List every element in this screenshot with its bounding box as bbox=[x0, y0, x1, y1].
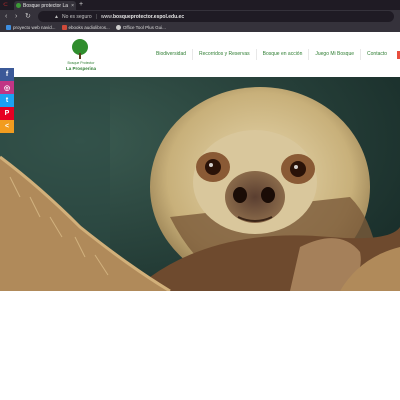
bookmark-item[interactable]: Office Tool Plus Gui... bbox=[115, 25, 166, 30]
security-label: No es seguro bbox=[61, 13, 92, 20]
reload-icon[interactable]: ↻ bbox=[25, 12, 31, 21]
main-nav: Biodiversidad Recorridos y Reservas Bosq… bbox=[150, 32, 393, 77]
browser-address-bar: ‹ › ↻ ▲ No es seguro | www. bosqueprotect… bbox=[0, 10, 400, 23]
browser-tab-bar: ⊂ Bosque protector La Prosperina × + bbox=[0, 0, 400, 10]
bookmarks-bar: proyecto web navid... ebooks audiolibros… bbox=[0, 23, 400, 32]
sloth-illustration bbox=[0, 77, 400, 291]
hero-image bbox=[0, 77, 400, 291]
bookmark-item[interactable]: ebooks audiolibros... bbox=[61, 25, 110, 30]
not-secure-icon[interactable]: ▲ bbox=[54, 14, 59, 20]
tree-trunk bbox=[79, 53, 81, 59]
back-icon[interactable]: ‹ bbox=[5, 12, 7, 21]
new-tab-icon[interactable]: + bbox=[79, 0, 83, 10]
url-host: bosqueprotector.espol.edu.ec bbox=[112, 13, 185, 20]
pinterest-icon[interactable]: P bbox=[0, 107, 14, 120]
social-share-bar: f ◎ t P < bbox=[0, 68, 14, 133]
logo-line1: Bosque Protector bbox=[67, 61, 95, 65]
facebook-icon[interactable]: f bbox=[0, 68, 14, 81]
twitter-icon[interactable]: t bbox=[0, 94, 14, 107]
tab-close-icon[interactable]: × bbox=[71, 3, 74, 9]
bookmark-label: ebooks audiolibros... bbox=[68, 25, 110, 30]
nav-bosque-en-accion[interactable]: Bosque en acción bbox=[255, 49, 309, 60]
page-content-area bbox=[0, 291, 400, 400]
instagram-icon[interactable]: ◎ bbox=[0, 81, 14, 94]
site-header: Bosque Protector La Prosperina Biodivers… bbox=[0, 32, 400, 77]
nav-biodiversidad[interactable]: Biodiversidad bbox=[150, 49, 192, 60]
forward-icon[interactable]: › bbox=[15, 12, 17, 21]
url-prefix: www. bbox=[101, 13, 113, 20]
browser-tab[interactable]: Bosque protector La Prosperina × bbox=[14, 1, 76, 10]
bookmark-folder-icon bbox=[61, 25, 67, 30]
browser-menu-icon[interactable]: ⊂ bbox=[3, 1, 8, 8]
bookmark-label: proyecto web navid... bbox=[13, 25, 56, 30]
logo-line2: La Prosperina bbox=[66, 66, 97, 71]
tab-favicon bbox=[16, 3, 21, 8]
bookmark-item[interactable]: proyecto web navid... bbox=[6, 25, 56, 30]
tab-title: Bosque protector La Prosperina bbox=[23, 2, 69, 9]
site-logo[interactable]: Bosque Protector La Prosperina bbox=[66, 39, 96, 71]
url-field[interactable]: ▲ No es seguro | www. bosqueprotector.esp… bbox=[38, 11, 394, 22]
share-icon[interactable]: < bbox=[0, 120, 14, 133]
nav-juego-mi-bosque[interactable]: Juego Mi Bosque bbox=[308, 49, 360, 60]
bookmark-page-icon bbox=[6, 25, 11, 30]
url-separator: | bbox=[95, 13, 98, 20]
bookmark-label: Office Tool Plus Gui... bbox=[122, 25, 166, 30]
nav-contacto[interactable]: Contacto bbox=[360, 49, 393, 60]
nav-recorridos[interactable]: Recorridos y Reservas bbox=[192, 49, 256, 60]
github-icon bbox=[115, 25, 121, 30]
